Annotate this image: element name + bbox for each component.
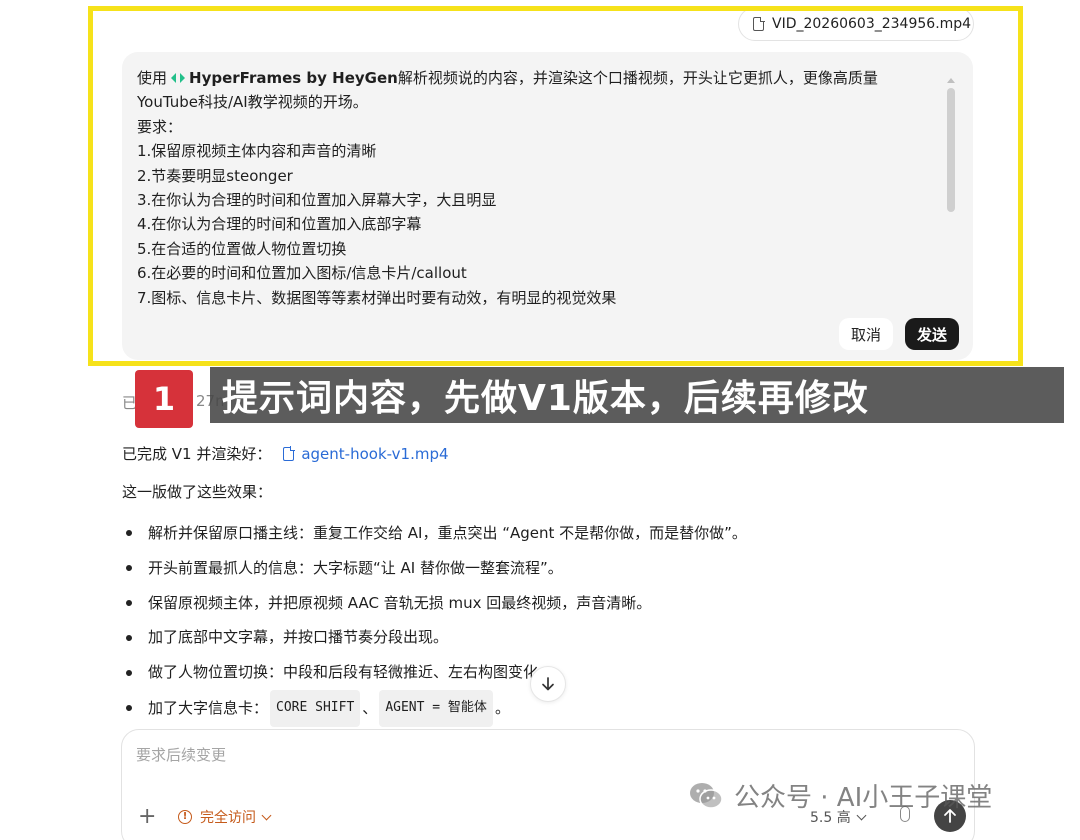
prompt-scrollbar[interactable] xyxy=(947,78,955,328)
attachment-filename: VID_20260603_234956.mp4 xyxy=(772,16,972,32)
list-item: 保留原视频主体，并把原视频 AAC 音轨无损 mux 回最终视频，声音清晰。 xyxy=(126,586,747,621)
output-file-link[interactable]: agent-hook-v1.mp4 xyxy=(283,444,449,463)
effects-intro: 这一版做了这些效果： xyxy=(122,483,273,501)
prompt-line: 使用 HyperFrames by HeyGen解析视频说的内容，并渲染这个口播视… xyxy=(137,66,927,90)
followup-input[interactable] xyxy=(136,746,836,764)
add-attachment-button[interactable]: + xyxy=(138,804,156,829)
chevron-down-icon xyxy=(261,810,272,820)
prompt-prefix: 使用 xyxy=(137,69,168,87)
prompt-line: YouTube科技/AI教学视频的开场。 xyxy=(137,93,368,112)
scroll-thumb[interactable] xyxy=(947,88,955,212)
send-button[interactable]: 发送 xyxy=(905,318,959,350)
watermark-text: 公众号 · AI小王子课堂 xyxy=(734,783,993,813)
watermark: 公众号 · AI小王子课堂 xyxy=(688,777,992,814)
scroll-to-bottom-button[interactable] xyxy=(530,666,566,702)
prompt-line: 2.节奏要明显steonger xyxy=(137,166,293,185)
prompt-card: 使用 HyperFrames by HeyGen解析视频说的内容，并渲染这个口播视… xyxy=(122,52,973,360)
caption-banner: 提示词内容，先做V1版本，后续再修改 xyxy=(210,367,1064,423)
arrow-down-icon xyxy=(542,677,554,691)
file-icon xyxy=(283,446,295,461)
warning-circle-icon: ! xyxy=(178,810,192,824)
done-line: 已完成 V1 并渲染好： agent-hook-v1.mp4 xyxy=(122,443,449,464)
list-item: 解析并保留原口播主线：重复工作交给 AI，重点突出 “Agent 不是帮你做，而… xyxy=(126,516,747,551)
access-mode-select[interactable]: ! 完全访问 xyxy=(178,807,272,827)
list-item: 做了人物位置切换：中段和后段有轻微推近、左右构图变化。 xyxy=(126,655,747,690)
prompt-suffix: 解析视频说的内容，并渲染这个口播视频，开头让它更抓人，更像高质量 xyxy=(397,69,878,87)
prompt-line: 6.在必要的时间和位置加入图标/信息卡片/callout xyxy=(137,264,467,283)
attachment-chip[interactable]: VID_20260603_234956.mp4 xyxy=(738,7,974,41)
prompt-text: 使用 HyperFrames by HeyGen解析视频说的内容，并渲染这个口播视… xyxy=(137,66,927,310)
output-file-name: agent-hook-v1.mp4 xyxy=(301,444,449,463)
list-item: 开头前置最抓人的信息：大字标题“让 AI 替你做一整套流程”。 xyxy=(126,551,747,586)
list-item-text: 加了大字信息卡： xyxy=(148,698,269,717)
wechat-icon xyxy=(690,782,723,809)
file-icon xyxy=(753,16,765,31)
code-tag: CORE SHIFT xyxy=(270,689,361,727)
effects-list: 解析并保留原口播主线：重复工作交给 AI，重点突出 “Agent 不是帮你做，而… xyxy=(126,516,747,727)
scroll-up-arrow-icon[interactable] xyxy=(947,78,955,83)
done-text: 已完成 V1 并渲染好： xyxy=(122,445,272,463)
prompt-line: 4.在你认为合理的时间和位置加入底部字幕 xyxy=(137,215,422,234)
cancel-button[interactable]: 取消 xyxy=(839,318,893,350)
list-item: 加了大字信息卡： CORE SHIFT 、 AGENT = 智能体 。 xyxy=(126,689,747,727)
prompt-line: 5.在合适的位置做人物位置切换 xyxy=(137,239,347,258)
code-tag: AGENT = 智能体 xyxy=(379,689,493,727)
list-item: 加了底部中文字幕，并按口播节奏分段出现。 xyxy=(126,620,747,655)
hyperframes-logo-icon xyxy=(171,73,186,83)
prompt-line: 7.图标、信息卡片、数据图等等素材弹出时要有动效，有明显的视觉效果 xyxy=(137,288,617,307)
prompt-line: 1.保留原视频主体内容和声音的清晰 xyxy=(137,142,377,161)
separator: 、 xyxy=(362,698,378,717)
access-mode-label: 完全访问 xyxy=(200,810,256,826)
prompt-line: 要求： xyxy=(137,117,183,136)
step-badge: 1 xyxy=(135,370,193,428)
prompt-line: 3.在你认为合理的时间和位置加入屏幕大字，大且明显 xyxy=(137,191,497,210)
list-item-end: 。 xyxy=(494,698,510,717)
brand-name: HyperFrames by HeyGen xyxy=(189,69,398,87)
